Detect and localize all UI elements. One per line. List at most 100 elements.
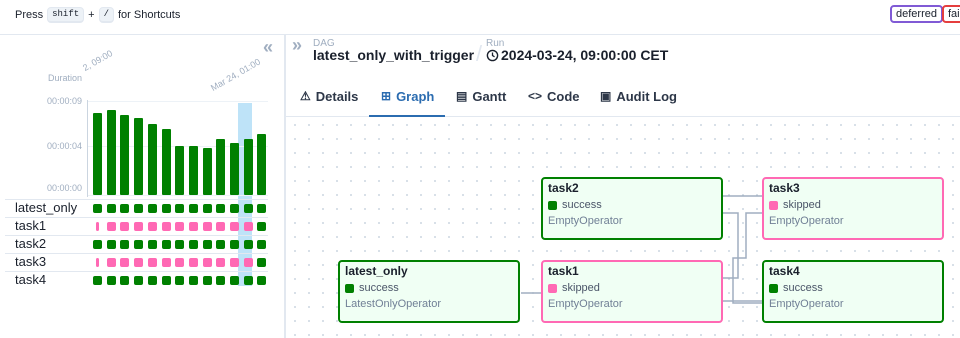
task-instance-square[interactable] (203, 240, 212, 249)
duration-bar[interactable] (162, 129, 171, 195)
task-instance-square[interactable] (257, 240, 266, 249)
task-instance-square[interactable] (244, 204, 253, 213)
graph-node-task3[interactable]: task3 skipped EmptyOperator (762, 177, 944, 240)
task-instance-square[interactable] (93, 240, 102, 249)
task-instance-square[interactable] (203, 258, 212, 267)
task-instance-square[interactable] (107, 240, 116, 249)
duration-bar[interactable] (107, 110, 116, 195)
breadcrumb-run[interactable]: 2024-03-24, 09:00:00 CET (486, 47, 668, 63)
graph-node-task1[interactable]: task1 skipped EmptyOperator (541, 260, 723, 323)
duration-bar[interactable] (93, 113, 102, 195)
task-instance-square[interactable] (107, 276, 116, 285)
duration-bar[interactable] (175, 146, 184, 195)
duration-bar[interactable] (148, 124, 157, 195)
task-instance-square[interactable] (162, 204, 171, 213)
task-instance-square[interactable] (189, 258, 198, 267)
task-instance-square[interactable] (257, 222, 266, 231)
task-instance-square[interactable] (148, 222, 157, 231)
task-instance-square[interactable] (203, 276, 212, 285)
task-instance-square[interactable] (257, 276, 266, 285)
task-instance-square[interactable] (93, 204, 102, 213)
breadcrumb-dag-name[interactable]: latest_only_with_trigger (313, 47, 474, 63)
graph-node-task4[interactable]: task4 success EmptyOperator (762, 260, 944, 323)
task-instance-square[interactable] (244, 276, 253, 285)
task-instance-square[interactable] (162, 240, 171, 249)
task-instance-square[interactable] (148, 204, 157, 213)
task-instance-square[interactable] (107, 222, 116, 231)
task-instance-square[interactable] (203, 222, 212, 231)
duration-bar[interactable] (244, 139, 253, 195)
dag-graph-canvas[interactable]: task2 success EmptyOperator task3 skipped Em… (288, 118, 960, 338)
task-instance-square[interactable] (120, 276, 129, 285)
duration-bar[interactable] (120, 115, 129, 195)
y-gridline (88, 101, 268, 102)
task-instance-square[interactable] (134, 276, 143, 285)
task-instance-square[interactable] (257, 204, 266, 213)
task-instance-square[interactable] (189, 222, 198, 231)
duration-bar[interactable] (230, 143, 239, 195)
task-instance-square[interactable] (134, 240, 143, 249)
tab-details[interactable]: ⚠ Details (300, 89, 358, 117)
expand-panel-icon[interactable]: » (292, 35, 302, 56)
task-instance-square[interactable] (257, 258, 266, 267)
task-instance-square[interactable] (120, 222, 129, 231)
task-instance-square[interactable] (107, 204, 116, 213)
task-instance-square[interactable] (134, 204, 143, 213)
task-instance-square[interactable] (203, 204, 212, 213)
task-instance-square[interactable] (230, 276, 239, 285)
task-instance-square[interactable] (96, 258, 99, 267)
task-instance-square[interactable] (162, 276, 171, 285)
task-instance-square[interactable] (148, 276, 157, 285)
legend-deferred[interactable]: deferred (890, 5, 943, 23)
duration-bar[interactable] (216, 139, 225, 195)
task-instance-square[interactable] (230, 240, 239, 249)
task-instance-square[interactable] (189, 204, 198, 213)
state-dot-icon (548, 200, 557, 210)
duration-bar[interactable] (257, 134, 266, 195)
task-instance-square[interactable] (216, 222, 225, 231)
task-instance-square[interactable] (216, 258, 225, 267)
task-instance-square[interactable] (175, 276, 184, 285)
tab-graph[interactable]: ⊞ Graph (369, 89, 445, 117)
task-instance-square[interactable] (175, 258, 184, 267)
task-instance-square[interactable] (189, 240, 198, 249)
task-instance-square[interactable] (230, 222, 239, 231)
duration-bar[interactable] (203, 148, 212, 195)
task-instance-square[interactable] (244, 240, 253, 249)
duration-bar[interactable] (189, 146, 198, 195)
task-instance-square[interactable] (120, 258, 129, 267)
task-instance-square[interactable] (216, 240, 225, 249)
task-instance-square[interactable] (244, 258, 253, 267)
task-instance-square[interactable] (134, 258, 143, 267)
task-instance-square[interactable] (216, 276, 225, 285)
tab-audit-log[interactable]: ▣ Audit Log (600, 89, 677, 117)
task-instance-square[interactable] (134, 222, 143, 231)
graph-node-latest-only[interactable]: latest_only success LatestOnlyOperator (338, 260, 520, 323)
task-instance-square[interactable] (230, 204, 239, 213)
task-instance-square[interactable] (189, 276, 198, 285)
task-instance-square[interactable] (175, 204, 184, 213)
task-instance-square[interactable] (107, 258, 116, 267)
graph-node-task2[interactable]: task2 success EmptyOperator (541, 177, 723, 240)
task-instance-square[interactable] (175, 222, 184, 231)
task-instance-square[interactable] (175, 240, 184, 249)
tab-label: Gantt (472, 89, 507, 104)
duration-bar[interactable] (134, 118, 143, 195)
task-instance-square[interactable] (120, 240, 129, 249)
task-instance-square[interactable] (148, 258, 157, 267)
task-instance-square[interactable] (93, 276, 102, 285)
tab-code[interactable]: <> Code (528, 89, 580, 117)
task-instance-square[interactable] (230, 258, 239, 267)
shortcut-hint: Press shift + / for Shortcuts (15, 7, 180, 23)
task-instance-square[interactable] (244, 222, 253, 231)
task-instance-square[interactable] (216, 204, 225, 213)
task-instance-square[interactable] (162, 258, 171, 267)
task-instance-square[interactable] (148, 240, 157, 249)
task-instance-square[interactable] (162, 222, 171, 231)
state-dot-icon (548, 283, 557, 293)
legend-failed[interactable]: fail (942, 5, 960, 23)
task-instance-square[interactable] (96, 222, 99, 231)
task-instance-square[interactable] (120, 204, 129, 213)
collapse-grid-icon[interactable]: « (263, 37, 273, 58)
tab-gantt[interactable]: ▤ Gantt (456, 89, 506, 117)
